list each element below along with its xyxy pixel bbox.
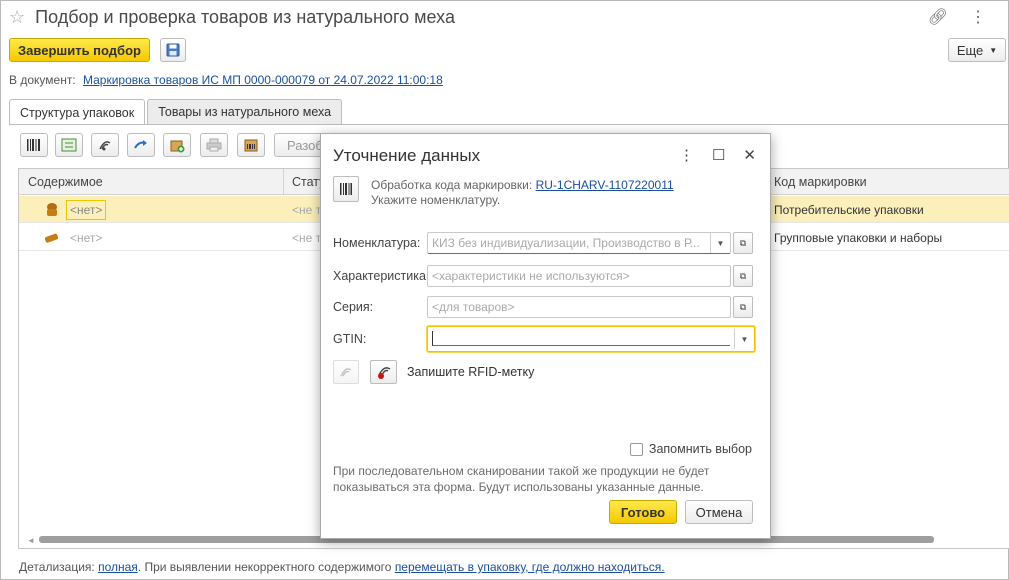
remember-label: Запомнить выбор [648,442,752,456]
characteristic-label: Характеристика: [333,269,430,283]
column-divider [283,169,284,195]
move-button[interactable] [127,133,155,157]
more-actions-icon[interactable]: ⋮ [970,7,986,27]
series-placeholder: <для товаров> [432,300,515,314]
cancel-button[interactable]: Отмена [685,500,753,524]
disassemble-button[interactable]: Разоб [274,133,326,157]
rfid-read-button[interactable] [333,360,359,384]
rfid-read-button[interactable] [91,133,119,157]
package-barcode-button[interactable] [237,133,265,157]
dialog-more-icon[interactable]: ⋮ [679,146,694,164]
package-group-icon [44,233,59,243]
characteristic-input[interactable]: <характеристики не используются> [427,265,731,287]
characteristic-placeholder: <характеристики не используются> [432,269,630,283]
package-barcode-icon [244,139,258,152]
window-title: Подбор и проверка товаров из натуральног… [35,6,455,27]
detail-full-link[interactable]: полная [98,560,138,574]
document-prefix: В документ: [9,73,76,87]
title-bar: ☆ Подбор и проверка товаров из натуральн… [9,5,455,29]
scan-info: Обработка кода маркировки: RU-1CHARV-110… [371,178,674,192]
open-characteristic-button[interactable]: ⧉ [733,265,753,287]
detail-prefix: Детализация: [19,560,95,574]
series-input[interactable]: <для товаров> [427,296,731,318]
open-form-icon: ⧉ [739,237,747,248]
dialog-tools: ⋮ ☐ ✕ [679,146,756,164]
scan-hint: Укажите номенклатуру. [371,193,501,207]
document-row: В документ: Маркировка товаров ИС МП 000… [9,73,443,87]
checklist-button[interactable] [55,133,83,157]
rfid-icon [99,141,111,151]
save-button[interactable] [160,38,186,62]
open-form-icon: ⧉ [739,270,747,281]
more-menu-button[interactable]: Еще ▼ [948,38,1006,62]
barcode-icon [340,183,352,195]
row-status: <не т [292,231,322,245]
column-content[interactable]: Содержимое [28,175,103,189]
arrow-redo-icon [134,140,147,149]
rfid-write-label: Запишите RFID-метку [407,365,535,379]
title-tools: 🔗︎ ⋮ [928,7,986,27]
column-marking-code[interactable]: Код маркировки [774,175,867,189]
link-icon[interactable]: 🔗︎ [928,7,948,27]
series-label: Серия: [333,300,374,314]
dialog-note: При последовательном сканировании такой … [333,464,710,494]
nomenclature-label: Номенклатура: [333,236,421,250]
tab-fur-goods[interactable]: Товары из натурального меха [147,99,343,124]
close-icon[interactable]: ✕ [743,146,756,164]
nomenclature-input[interactable]: КИЗ без индивидуализации, Производство в… [427,232,731,254]
dialog-title: Уточнение данных [333,146,481,165]
nomenclature-placeholder: КИЗ без индивидуализации, Производство в… [432,236,700,250]
gtin-input[interactable]: ▼ [427,326,755,352]
row-marking-code: Групповые упаковки и наборы [774,231,943,245]
scan-info-button[interactable] [333,176,359,202]
gtin-label: GTIN: [333,332,367,346]
scroll-left-icon[interactable]: ◄ [27,536,35,545]
ok-button[interactable]: Готово [609,500,677,524]
chevron-down-icon: ▼ [989,45,998,55]
row-marking-code: Потребительские упаковки [774,203,924,217]
remember-checkbox[interactable] [629,442,643,456]
document-link[interactable]: Маркировка товаров ИС МП 0000-000079 от … [83,73,443,87]
open-form-icon: ⧉ [739,301,747,312]
tab-divider [9,124,1008,125]
row-status: <не т [292,203,322,217]
scan-prefix: Обработка кода маркировки: [371,178,533,192]
row-content[interactable]: <нет> [70,231,102,245]
detail-middle-text: . При выявлении некорректного содержимог… [137,560,392,574]
maximize-icon[interactable]: ☐ [712,146,725,164]
move-to-package-link[interactable]: перемещать в упаковку, где должно находи… [395,560,665,574]
barcode-icon [27,139,40,151]
row-content[interactable]: <нет> [66,200,107,220]
print-button[interactable] [200,133,228,157]
main-window: ☆ Подбор и проверка товаров из натуральн… [0,0,1009,580]
checklist-icon [61,138,77,152]
dropdown-icon[interactable]: ▼ [734,329,754,349]
more-menu-label: Еще [956,42,984,58]
remember-choice[interactable]: Запомнить выбор [629,442,752,456]
save-icon [166,43,180,57]
finish-selection-button[interactable]: Завершить подбор [9,38,150,62]
tab-package-structure[interactable]: Структура упаковок [9,99,146,125]
favorite-star-icon[interactable]: ☆ [9,7,25,28]
rfid-write-icon [377,367,390,379]
open-series-button[interactable]: ⧉ [733,296,753,318]
clarify-data-dialog: Уточнение данных ⋮ ☐ ✕ Обработка кода ма… [320,133,771,539]
open-nomenclature-button[interactable]: ⧉ [733,232,753,254]
rfid-icon [340,368,352,377]
disassemble-label: Разоб [287,137,323,153]
rfid-write-button[interactable] [370,360,397,384]
package-add-icon [170,140,185,153]
add-package-button[interactable] [163,133,191,157]
detail-row: Детализация: полная. При выявлении некор… [19,560,665,574]
dropdown-icon[interactable]: ▼ [710,233,730,253]
printer-icon [206,138,222,152]
tab-bar: Структура упаковок Товары из натуральног… [9,99,344,125]
fur-product-icon [47,203,57,216]
scan-barcode-button[interactable] [20,133,48,157]
gtin-caret [432,331,730,346]
scan-code-link[interactable]: RU-1CHARV-1107220011 [536,178,674,192]
